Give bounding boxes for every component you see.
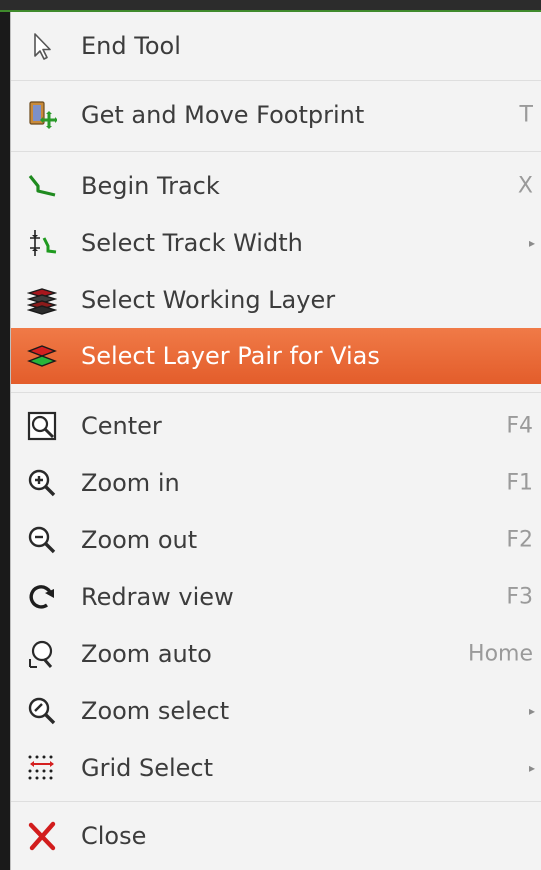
menu-item-select-working-layer[interactable]: Select Working Layer — [11, 273, 541, 327]
menu-item-redraw-view[interactable]: Redraw view F3 — [11, 570, 541, 624]
menu-item-label: Select Track Width — [81, 229, 303, 257]
shortcut-label: F1 — [506, 470, 533, 496]
shortcut-label: Home — [468, 641, 533, 667]
zoom-in-icon — [27, 468, 57, 498]
menu-item-label: Zoom out — [81, 526, 198, 554]
menu-separator — [11, 392, 541, 393]
shortcut-label: X — [517, 173, 533, 199]
zoom-select-icon — [27, 696, 57, 726]
shortcut-label: F4 — [506, 413, 533, 439]
cursor-arrow-icon — [27, 31, 57, 61]
menu-item-label: Zoom auto — [81, 640, 212, 668]
zoom-out-icon — [27, 525, 57, 555]
layer-pair-icon — [27, 341, 57, 371]
shortcut-label: T — [519, 102, 533, 128]
menu-item-get-and-move-footprint[interactable]: Get and Move Footprint T — [11, 88, 541, 142]
menu-item-label: Select Working Layer — [81, 286, 336, 314]
menu-item-grid-select[interactable]: Grid Select ▸ — [11, 741, 541, 795]
shortcut-label: F3 — [506, 584, 533, 610]
center-icon — [27, 411, 57, 441]
menu-item-center[interactable]: Center F4 — [11, 399, 541, 453]
menu-separator — [11, 80, 541, 81]
menu-item-zoom-auto[interactable]: Zoom auto Home — [11, 627, 541, 681]
shortcut-label: F2 — [506, 527, 533, 553]
grid-icon — [27, 753, 57, 783]
menu-item-zoom-in[interactable]: Zoom in F1 — [11, 456, 541, 510]
track-icon — [27, 171, 57, 201]
redraw-icon — [27, 582, 57, 612]
menu-item-close[interactable]: Close — [11, 809, 541, 863]
menu-item-select-track-width[interactable]: Select Track Width ▸ — [11, 216, 541, 270]
menu-item-end-tool[interactable]: End Tool — [11, 19, 541, 73]
menu-item-label: Center — [81, 412, 162, 440]
menu-item-zoom-out[interactable]: Zoom out F2 — [11, 513, 541, 567]
menu-item-select-layer-pair-for-vias[interactable]: Select Layer Pair for Vias — [11, 328, 541, 384]
menu-item-label: Begin Track — [81, 172, 220, 200]
menu-item-label: Redraw view — [81, 583, 234, 611]
window-background-strip — [0, 0, 541, 12]
close-icon — [27, 821, 57, 851]
zoom-auto-icon — [27, 639, 57, 669]
layers-icon — [27, 285, 57, 315]
menu-item-begin-track[interactable]: Begin Track X — [11, 159, 541, 213]
menu-item-zoom-select[interactable]: Zoom select ▸ — [11, 684, 541, 738]
context-menu: End Tool Get and Move Footprint T Begin … — [10, 12, 541, 870]
menu-item-label: End Tool — [81, 32, 181, 60]
menu-item-label: Get and Move Footprint — [81, 101, 365, 129]
menu-item-label: Close — [81, 822, 147, 850]
menu-separator — [11, 151, 541, 152]
track-width-icon — [27, 228, 57, 258]
menu-item-label: Zoom in — [81, 469, 180, 497]
submenu-arrow-icon: ▸ — [528, 704, 535, 718]
move-footprint-icon — [27, 100, 57, 130]
menu-separator — [11, 801, 541, 802]
submenu-arrow-icon: ▸ — [528, 236, 535, 250]
menu-item-label: Grid Select — [81, 754, 214, 782]
menu-item-label: Zoom select — [81, 697, 230, 725]
menu-item-label: Select Layer Pair for Vias — [81, 342, 380, 370]
submenu-arrow-icon: ▸ — [528, 761, 535, 775]
